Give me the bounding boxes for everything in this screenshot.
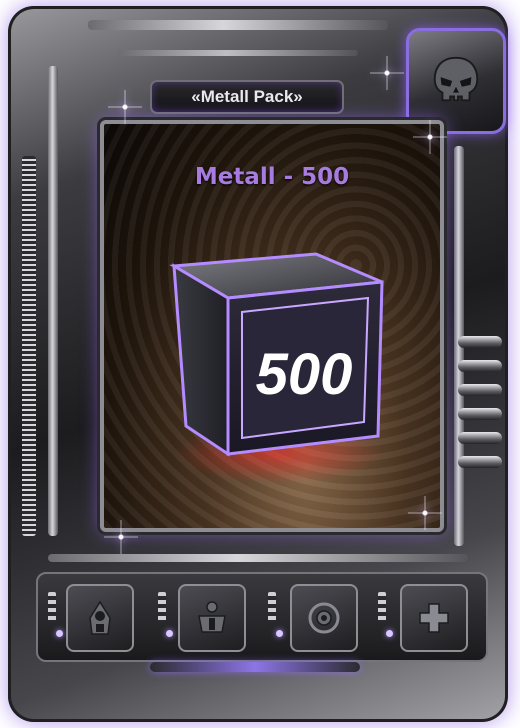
eye-rune-icon <box>308 602 340 634</box>
slot-1[interactable] <box>66 584 134 652</box>
frame-rail-left <box>48 66 58 536</box>
emblem-badge <box>406 28 506 134</box>
pack-title: Metall - 500 <box>194 164 350 190</box>
slot-bolts <box>158 592 166 622</box>
slot-4[interactable] <box>400 584 468 652</box>
slot-bolts <box>48 592 56 622</box>
frame-rail-top-inner <box>118 50 358 56</box>
slot-1-led <box>56 630 63 637</box>
skull-icon <box>433 56 479 102</box>
slot-2-led <box>166 630 173 637</box>
slot-bolts <box>268 592 276 622</box>
metal-cube: 500 <box>169 252 384 457</box>
armor-torso-icon <box>198 601 226 633</box>
pack-amount: 500 <box>256 342 353 407</box>
slot-3-led <box>276 630 283 637</box>
left-vent-grille <box>22 156 36 536</box>
hooded-figure-icon <box>89 600 111 635</box>
right-pipes <box>458 336 502 516</box>
plus-cross-icon <box>419 603 449 633</box>
pack-name: «Metall Pack» <box>191 87 303 106</box>
ability-slot-bar <box>36 572 488 662</box>
frame-rail-bottom <box>48 554 468 562</box>
bottom-glow-bar <box>150 662 360 672</box>
slot-3[interactable] <box>290 584 358 652</box>
slot-bolts <box>378 592 386 622</box>
pack-preview-screen[interactable]: Metall - 500 500 <box>100 120 444 532</box>
frame-rail-top <box>88 20 388 30</box>
slot-4-led <box>386 630 393 637</box>
slot-2[interactable] <box>178 584 246 652</box>
pack-name-plate: «Metall Pack» <box>150 80 344 114</box>
